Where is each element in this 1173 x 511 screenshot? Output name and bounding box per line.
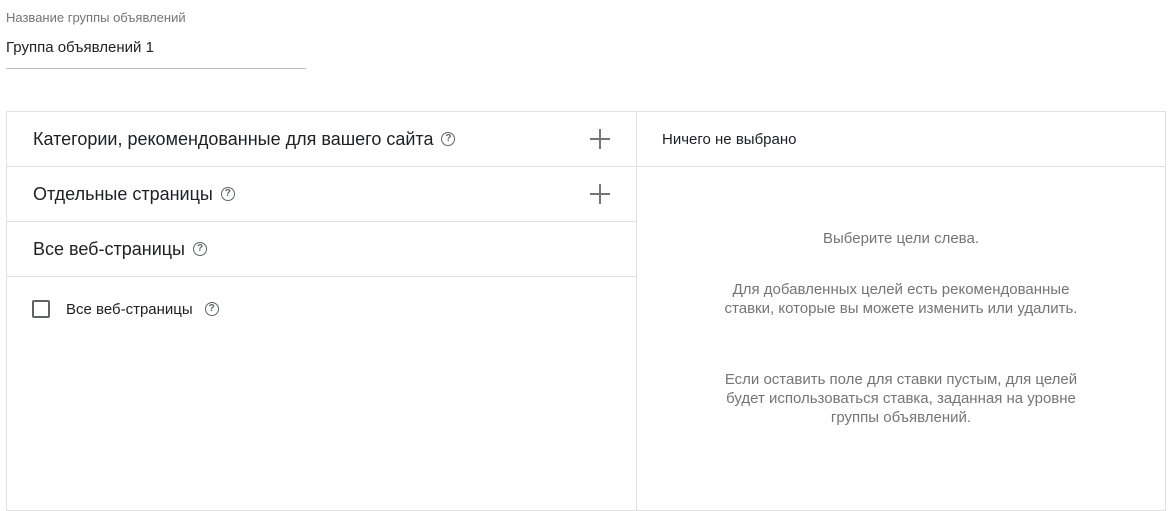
targets-list: Категории, рекомендованные для вашего са… [7,112,636,510]
plus-icon[interactable] [590,129,610,149]
section-recommended-categories[interactable]: Категории, рекомендованные для вашего са… [7,112,636,167]
input-underline [6,68,306,69]
section-individual-pages[interactable]: Отдельные страницы ? [7,167,636,222]
section-label: Категории, рекомендованные для вашего са… [33,128,434,149]
hint-text: Для добавленных целей есть рекомендованн… [724,281,1078,317]
hint-recommended-bids: Для добавленных целей есть рекомендованн… [637,280,1165,318]
plus-icon[interactable] [590,184,610,204]
selection-header: Ничего не выбрано [637,112,1165,167]
ad-group-name-field: Название группы объявлений [6,9,306,69]
section-all-web-pages[interactable]: Все веб-страницы ? [7,222,636,277]
help-icon[interactable]: ? [441,132,456,146]
all-web-pages-checkbox[interactable] [32,300,50,318]
ad-group-name-label: Название группы объявлений [6,10,186,25]
help-icon[interactable]: ? [220,187,235,201]
help-icon[interactable]: ? [204,302,219,316]
hint-text: Если оставить поле для ставки пустым, дл… [724,371,1078,426]
section-label: Отдельные страницы [33,183,213,204]
hint-text: Выберите цели слева. [823,230,979,247]
hint-select-targets: Выберите цели слева. [637,229,1165,248]
checkbox-label: Все веб-страницы [66,300,193,318]
help-icon[interactable]: ? [193,242,207,256]
targeting-panel: Категории, рекомендованные для вашего са… [6,111,1166,511]
hint-empty-bid: Если оставить поле для ставки пустым, дл… [637,370,1165,427]
section-label: Все веб-страницы [33,238,185,259]
ad-group-name-input[interactable] [6,37,306,57]
selected-targets-pane: Ничего не выбрано Выберите цели слева. Д… [637,112,1165,510]
all-web-pages-option[interactable]: Все веб-страницы ? [32,300,219,318]
